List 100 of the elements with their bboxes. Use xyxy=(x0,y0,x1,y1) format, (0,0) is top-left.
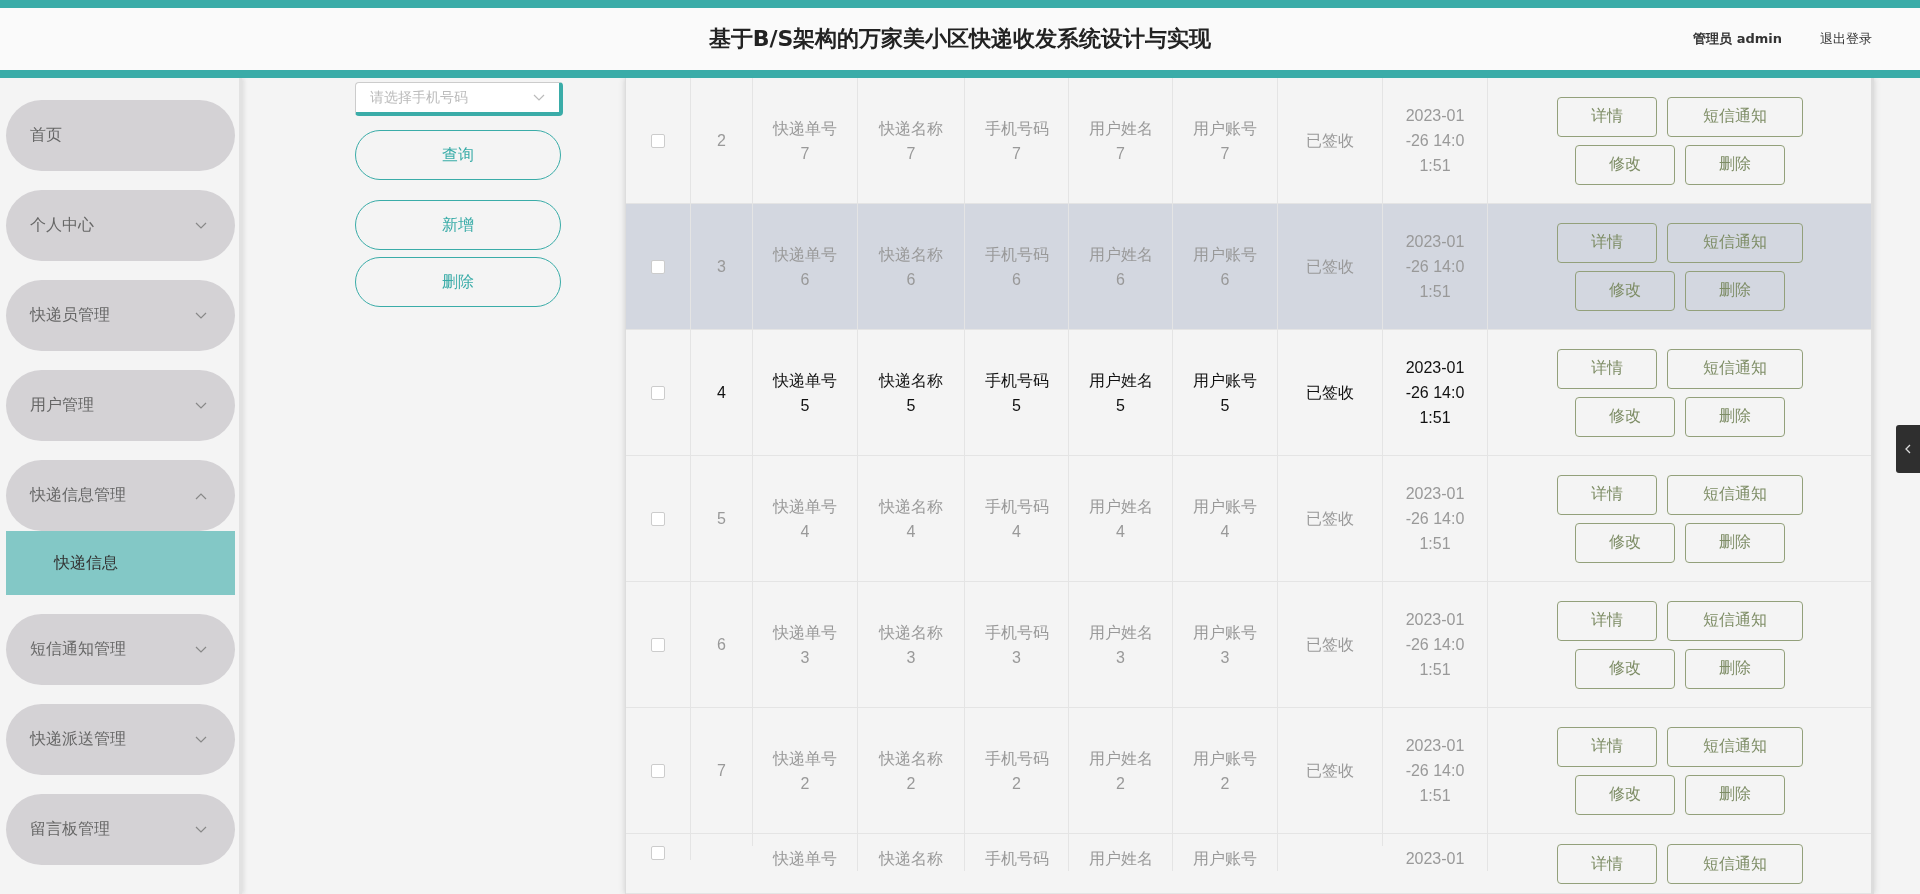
row-action-button[interactable]: 修改 xyxy=(1574,270,1675,311)
row-index: 7 xyxy=(716,761,727,781)
row-checkbox[interactable] xyxy=(651,511,665,526)
row-action-button[interactable]: 短信通知 xyxy=(1666,96,1803,137)
row-action-button[interactable]: 修改 xyxy=(1574,522,1675,563)
table-cell-text: 快递名称2 xyxy=(877,748,944,794)
chevron-icon xyxy=(533,93,545,102)
select-placeholder: 请选择手机号码 xyxy=(370,88,468,107)
row-action-button[interactable]: 短信通知 xyxy=(1666,726,1803,767)
chevron-icon xyxy=(195,826,207,834)
row-action-button[interactable]: 修改 xyxy=(1574,648,1675,689)
logout-link[interactable]: 退出登录 xyxy=(1820,30,1872,48)
table-cell-text: 快递名称3 xyxy=(877,622,944,668)
row-action-button[interactable]: 删除 xyxy=(1684,774,1785,815)
table-cell-text: 已签收 xyxy=(1305,635,1355,655)
sidebar-item[interactable]: 快递派送管理 xyxy=(6,704,235,775)
table-cell-text: 已签收 xyxy=(1305,383,1355,403)
row-checkbox[interactable] xyxy=(651,763,665,778)
row-action-button[interactable]: 删除 xyxy=(1684,648,1785,689)
table-cell-text: 手机号码5 xyxy=(983,370,1050,416)
table-cell-text: 用户账号6 xyxy=(1192,244,1258,290)
sidebar-item[interactable]: 快递信息管理 xyxy=(6,460,235,531)
table-cell-text: 用户姓名4 xyxy=(1087,496,1154,542)
row-action-button[interactable]: 详情 xyxy=(1556,96,1657,137)
table-cell-text: 快递单号3 xyxy=(771,622,838,668)
table-cell-text: 2023-01-26 14:01:51 xyxy=(1404,358,1466,428)
row-checkbox[interactable] xyxy=(651,385,665,400)
row-action-button[interactable]: 删除 xyxy=(1684,522,1785,563)
table-cell-text: 2023-01 xyxy=(1404,849,1466,869)
action-button[interactable]: 查询 xyxy=(355,130,561,180)
row-action-button[interactable]: 详情 xyxy=(1556,726,1657,767)
table-cell-text: 用户账号7 xyxy=(1192,118,1258,164)
row-action-button[interactable]: 详情 xyxy=(1556,474,1657,515)
row-action-button[interactable]: 删除 xyxy=(1684,270,1785,311)
chevron-icon xyxy=(195,402,207,410)
chevron-icon xyxy=(195,646,207,654)
chevron-icon xyxy=(1905,444,1911,454)
row-action-button[interactable]: 详情 xyxy=(1556,844,1657,884)
table-cell-text: 用户账号 xyxy=(1192,849,1258,869)
sidebar-item[interactable]: 个人中心 xyxy=(6,190,235,261)
phone-select[interactable]: 请选择手机号码 xyxy=(355,82,563,116)
action-button[interactable]: 新增 xyxy=(355,200,561,250)
table-cell-text: 手机号码6 xyxy=(983,244,1050,290)
table-cell-text: 快递单号7 xyxy=(771,118,838,164)
row-index: 3 xyxy=(716,257,727,277)
table-cell-text: 快递单号2 xyxy=(771,748,838,794)
row-action-button[interactable]: 删除 xyxy=(1684,144,1785,185)
table-cell-text: 手机号码2 xyxy=(983,748,1050,794)
row-index: 5 xyxy=(716,509,727,529)
row-checkbox[interactable] xyxy=(651,846,665,860)
table-cell-text: 已签收 xyxy=(1305,131,1355,151)
row-checkbox[interactable] xyxy=(651,259,665,274)
table-cell-text: 快递名称5 xyxy=(877,370,944,416)
table-cell-text: 快递名称6 xyxy=(877,244,944,290)
user-label: 管理员 admin xyxy=(1693,30,1782,48)
action-button[interactable]: 删除 xyxy=(355,257,561,307)
table-cell-text: 用户姓名2 xyxy=(1087,748,1154,794)
collapse-handle[interactable] xyxy=(1896,425,1920,473)
row-index: 6 xyxy=(716,635,727,655)
table-cell-text: 已签收 xyxy=(1305,257,1355,277)
table-cell-text: 快递单号 xyxy=(771,849,838,869)
row-action-button[interactable]: 短信通知 xyxy=(1666,600,1803,641)
row-action-button[interactable]: 详情 xyxy=(1556,222,1657,263)
sidebar-item[interactable]: 用户管理 xyxy=(6,370,235,441)
table-cell-text: 2023-01-26 14:01:51 xyxy=(1404,736,1466,806)
row-action-button[interactable]: 短信通知 xyxy=(1666,348,1803,389)
row-action-button[interactable]: 短信通知 xyxy=(1666,844,1803,884)
table-cell-text: 快递名称 xyxy=(877,849,944,869)
row-action-button[interactable]: 详情 xyxy=(1556,348,1657,389)
table-cell-text: 用户账号4 xyxy=(1192,496,1258,542)
row-action-button[interactable]: 删除 xyxy=(1684,396,1785,437)
table-cell-text: 用户姓名6 xyxy=(1087,244,1154,290)
row-action-button[interactable]: 详情 xyxy=(1556,600,1657,641)
table-cell-text: 已签收 xyxy=(1305,761,1355,781)
table-cell-text: 快递名称7 xyxy=(877,118,944,164)
row-action-button[interactable]: 修改 xyxy=(1574,774,1675,815)
table-cell-text: 用户姓名7 xyxy=(1087,118,1154,164)
chevron-icon xyxy=(195,222,207,230)
table-cell-text: 手机号码 xyxy=(983,849,1050,869)
table-cell-text: 用户姓名5 xyxy=(1087,370,1154,416)
table-cell-text: 2023-01-26 14:01:51 xyxy=(1404,232,1466,302)
table-cell-text: 快递单号5 xyxy=(771,370,838,416)
row-checkbox[interactable] xyxy=(651,637,665,652)
row-index: 4 xyxy=(716,383,727,403)
sidebar-item[interactable]: 快递员管理 xyxy=(6,280,235,351)
row-action-button[interactable]: 短信通知 xyxy=(1666,222,1803,263)
table-cell-text: 用户姓名 xyxy=(1087,849,1154,869)
table-cell-text: 用户姓名3 xyxy=(1087,622,1154,668)
row-action-button[interactable]: 修改 xyxy=(1574,144,1675,185)
sidebar-item[interactable]: 首页 xyxy=(6,100,235,171)
row-checkbox[interactable] xyxy=(651,133,665,148)
sidebar-item[interactable]: 留言板管理 xyxy=(6,794,235,865)
sidebar-item[interactable]: 短信通知管理 xyxy=(6,614,235,685)
table-cell-text: 用户账号3 xyxy=(1192,622,1258,668)
submenu-item[interactable]: 快递信息 xyxy=(6,531,235,595)
table-cell-text: 手机号码7 xyxy=(983,118,1050,164)
chevron-icon xyxy=(195,492,207,500)
table-cell-text: 已签收 xyxy=(1305,509,1355,529)
row-action-button[interactable]: 修改 xyxy=(1574,396,1675,437)
row-action-button[interactable]: 短信通知 xyxy=(1666,474,1803,515)
